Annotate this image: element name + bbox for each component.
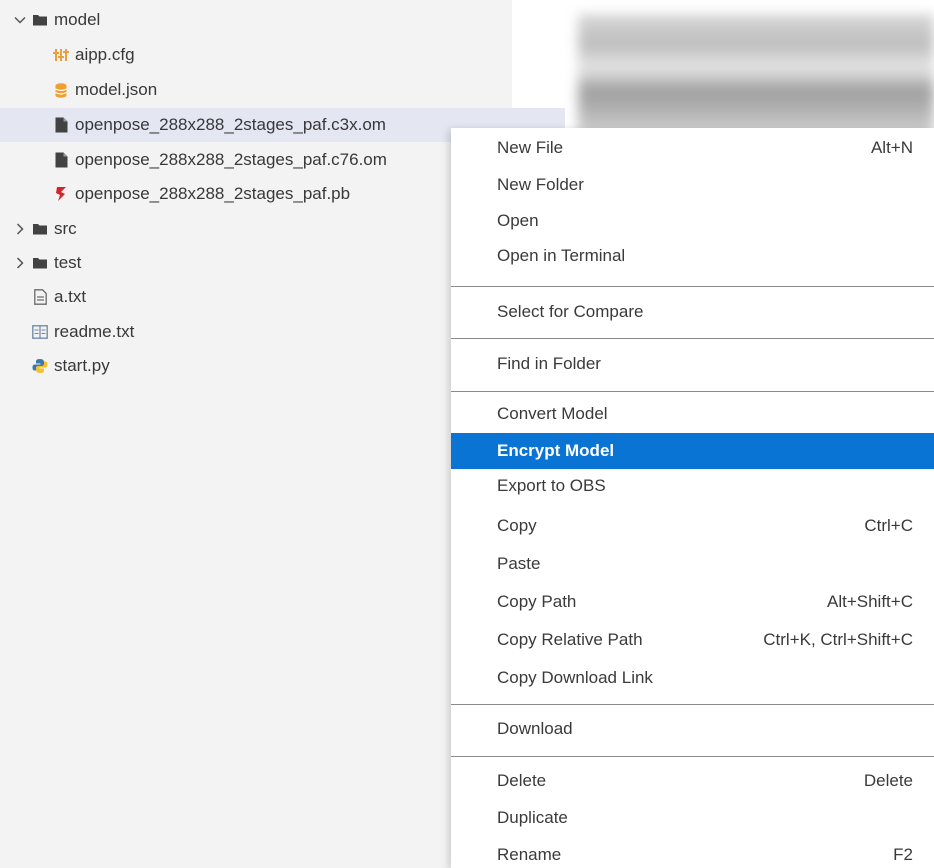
folder-icon — [32, 12, 48, 28]
tree-item-label: start.py — [54, 356, 110, 375]
menu-item-convert-model[interactable]: Convert Model — [451, 396, 934, 432]
menu-item-duplicate[interactable]: Duplicate — [451, 800, 934, 836]
menu-item-shortcut: F2 — [893, 845, 913, 864]
menu-item-delete[interactable]: Delete Delete — [451, 763, 934, 799]
menu-item-copy[interactable]: Copy Ctrl+C — [451, 508, 934, 544]
menu-item-label: Copy Relative Path — [497, 630, 643, 649]
file-explorer: model aipp.cfg model.json openpose_288x2… — [0, 0, 565, 868]
menu-item-shortcut: Delete — [863, 771, 913, 790]
tree-item-label: openpose_288x288_2stages_paf.c76.om — [75, 150, 387, 169]
readme-icon — [32, 324, 48, 340]
menu-item-label: Rename — [497, 845, 562, 864]
menu-item-label: Copy Path — [497, 592, 577, 611]
menu-item-copy-relative-path[interactable]: Copy Relative Path Ctrl+K, Ctrl+Shift+C — [451, 622, 934, 658]
menu-item-copy-path[interactable]: Copy Path Alt+Shift+C — [451, 584, 934, 620]
tree-item-label: src — [54, 219, 77, 238]
menu-item-export-to-obs[interactable]: Export to OBS — [451, 468, 934, 504]
tree-item-label: aipp.cfg — [75, 45, 135, 64]
menu-item-encrypt-model[interactable]: Encrypt Model — [451, 433, 934, 469]
file-icon — [53, 152, 69, 168]
python-icon — [32, 358, 48, 374]
chevron-right-icon[interactable] — [10, 222, 30, 236]
database-icon — [53, 82, 69, 98]
text-file-icon — [32, 289, 48, 305]
tensorflow-icon — [53, 186, 69, 202]
menu-item-label: New File — [497, 138, 564, 157]
tree-file-aipp-cfg[interactable]: aipp.cfg — [0, 38, 565, 72]
file-icon — [53, 117, 69, 133]
menu-separator — [451, 391, 934, 392]
menu-item-label: Duplicate — [497, 808, 568, 827]
context-menu: New File Alt+N New Folder Open Open in T… — [451, 128, 934, 868]
tree-item-label: openpose_288x288_2stages_paf.c3x.om — [75, 115, 386, 134]
config-icon — [53, 47, 69, 63]
menu-item-copy-download-link[interactable]: Copy Download Link — [451, 660, 934, 696]
menu-item-shortcut: Alt+Shift+C — [827, 592, 913, 611]
menu-item-label: Delete — [497, 771, 547, 790]
folder-icon — [32, 221, 48, 237]
menu-item-label: Open — [497, 211, 539, 230]
menu-item-paste[interactable]: Paste — [451, 546, 934, 582]
tree-item-label: model — [54, 10, 101, 29]
image-preview — [578, 14, 934, 134]
tree-folder-model[interactable]: model — [0, 3, 542, 37]
menu-item-label: New Folder — [497, 175, 584, 194]
menu-item-label: Copy Download Link — [497, 668, 653, 687]
tree-item-label: a.txt — [54, 287, 87, 306]
folder-icon — [32, 255, 48, 271]
tree-file-model-json[interactable]: model.json — [0, 73, 565, 107]
menu-item-shortcut: Ctrl+C — [864, 516, 913, 535]
menu-item-rename[interactable]: Rename F2 — [451, 837, 934, 868]
menu-item-label: Select for Compare — [497, 302, 644, 321]
chevron-right-icon[interactable] — [10, 256, 30, 270]
menu-item-label: Paste — [497, 554, 541, 573]
menu-item-shortcut: Alt+N — [870, 138, 913, 157]
tree-item-label: model.json — [75, 80, 158, 99]
menu-item-download[interactable]: Download — [451, 711, 934, 747]
ide-window: model aipp.cfg model.json openpose_288x2… — [0, 0, 934, 868]
menu-item-label: Find in Folder — [497, 354, 601, 373]
menu-item-label: Export to OBS — [497, 476, 606, 495]
tree-item-label: test — [54, 253, 82, 272]
menu-separator — [451, 338, 934, 339]
menu-item-new-file[interactable]: New File Alt+N — [451, 130, 934, 166]
menu-item-label: Encrypt Model — [497, 441, 615, 460]
menu-item-select-for-compare[interactable]: Select for Compare — [451, 294, 934, 330]
chevron-down-icon[interactable] — [10, 13, 30, 27]
menu-item-label: Convert Model — [497, 404, 608, 423]
menu-item-label: Download — [497, 719, 573, 738]
menu-item-new-folder[interactable]: New Folder — [451, 167, 934, 203]
menu-separator — [451, 704, 934, 705]
menu-item-open-in-terminal[interactable]: Open in Terminal — [451, 238, 934, 274]
tree-item-label: openpose_288x288_2stages_paf.pb — [75, 184, 351, 203]
menu-separator — [451, 756, 934, 757]
tree-item-label: readme.txt — [54, 322, 135, 341]
menu-separator — [451, 286, 934, 287]
menu-item-find-in-folder[interactable]: Find in Folder — [451, 346, 934, 382]
menu-item-label: Copy — [497, 516, 537, 535]
menu-item-label: Open in Terminal — [497, 246, 626, 265]
menu-item-open[interactable]: Open — [451, 203, 934, 239]
menu-item-shortcut: Ctrl+K, Ctrl+Shift+C — [763, 630, 913, 649]
